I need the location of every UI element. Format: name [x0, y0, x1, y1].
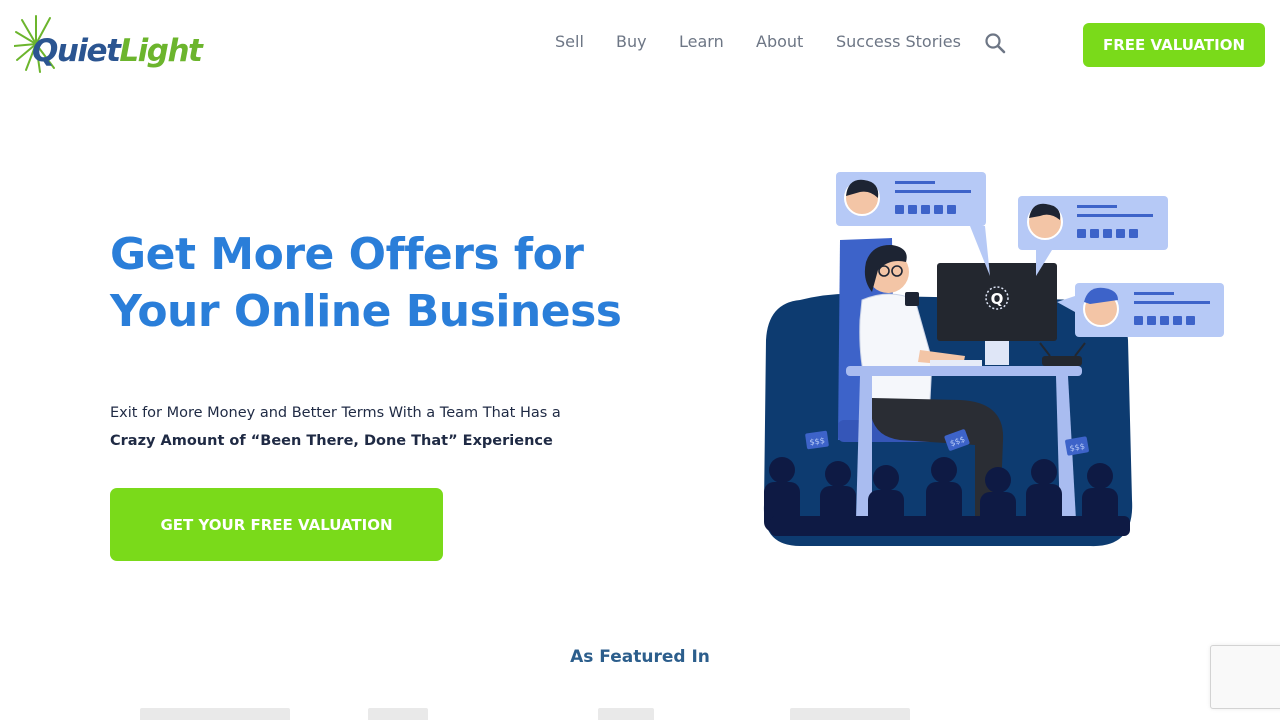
hero-headline: Get More Offers for Your Online Business — [110, 226, 630, 340]
press-logo — [790, 708, 910, 720]
press-logo — [140, 708, 290, 720]
monitor-logo: Q — [991, 290, 1004, 308]
search-icon[interactable] — [984, 32, 1006, 54]
review-card-2 — [1018, 196, 1168, 276]
nav-item-about[interactable]: About — [756, 32, 803, 54]
nav-item-learn[interactable]: Learn — [679, 32, 724, 54]
recaptcha-badge[interactable] — [1210, 645, 1280, 709]
nav-item-success-stories[interactable]: Success Stories — [836, 32, 961, 54]
quietlight-logo[interactable]: QuietLight — [14, 14, 203, 76]
nav-item-buy[interactable]: Buy — [616, 32, 647, 54]
get-free-valuation-button[interactable]: GET YOUR FREE VALUATION — [110, 488, 443, 561]
monitor-stand — [985, 341, 1009, 365]
desk-top — [846, 366, 1082, 376]
logo-text-light: Light — [119, 33, 202, 69]
keyboard — [930, 360, 982, 366]
free-valuation-button[interactable]: FREE VALUATION — [1083, 23, 1265, 67]
press-logo — [598, 708, 654, 720]
hero-headline-line-2: Your Online Business — [110, 286, 622, 337]
review-card-3 — [1057, 283, 1224, 337]
router — [1042, 356, 1082, 366]
hero-headline-line-1: Get More Offers for — [110, 229, 584, 280]
featured-in-heading: As Featured In — [570, 647, 710, 667]
nav-item-sell[interactable]: Sell — [555, 32, 584, 54]
hero-illustration: Q $$$ $$$ $$$ — [763, 172, 1224, 547]
press-logo — [368, 708, 428, 720]
hero-subtitle-line-2: Crazy Amount of “Been There, Done That” … — [110, 433, 553, 449]
logo-text-quiet: Quiet — [32, 33, 121, 69]
logo-wordmark: QuietLight — [32, 33, 203, 69]
hero-subtitle-line-1: Exit for More Money and Better Terms Wit… — [110, 405, 561, 421]
press-logos-strip — [130, 708, 930, 720]
